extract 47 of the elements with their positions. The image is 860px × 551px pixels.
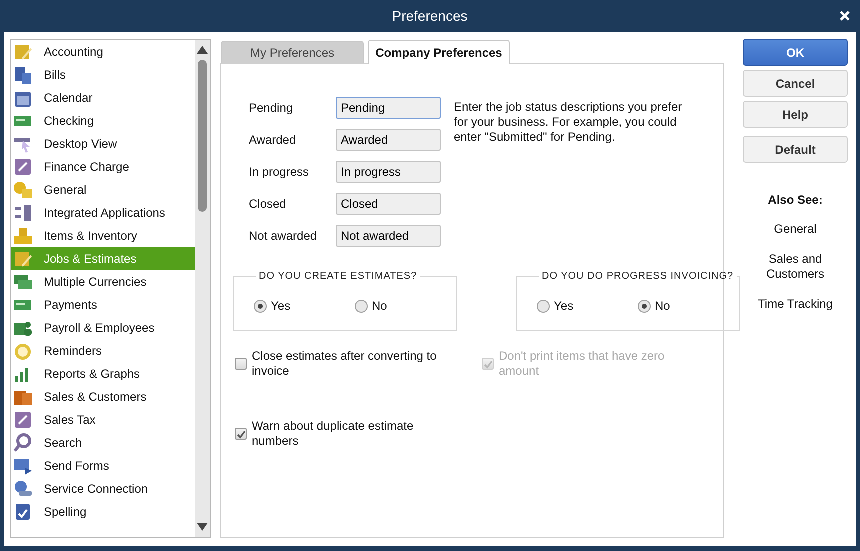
search-icon [13, 432, 33, 452]
checkbox-label: Close estimates after converting to invoice [252, 349, 438, 379]
input-field[interactable]: In progress [336, 161, 441, 183]
input-field[interactable]: Pending [336, 97, 441, 119]
radio-button[interactable] [355, 300, 368, 312]
close-icon[interactable] [838, 9, 852, 23]
radio-button[interactable] [537, 300, 550, 312]
window-title: Preferences [392, 8, 468, 24]
checkbox[interactable] [235, 428, 247, 440]
radio-button[interactable] [638, 300, 651, 312]
input-field[interactable]: Awarded [336, 129, 441, 151]
field-label: In progress [249, 165, 310, 179]
scroll-down-icon[interactable] [197, 523, 208, 531]
input-field[interactable]: Not awarded [336, 225, 441, 247]
dialog-button[interactable]: OK [743, 39, 848, 66]
field-label: Closed [249, 197, 288, 211]
also-see-link[interactable]: Time Tracking [743, 297, 848, 312]
checkbox-label: Warn about duplicate estimate numbers [252, 419, 415, 449]
field-label: Pending [249, 101, 294, 115]
field-label: Awarded [249, 133, 298, 147]
tab[interactable]: My Preferences [221, 41, 364, 63]
checkbox[interactable] [235, 358, 247, 370]
description-text: Enter the job status descriptions you prefer for your business. For example, you could enter "Submitted" for Pending. [454, 100, 684, 146]
field-label: Not awarded [249, 229, 318, 243]
dialog-button[interactable]: Cancel [743, 70, 848, 97]
scrollbar[interactable] [195, 40, 210, 537]
option-label[interactable]: Yes [271, 299, 291, 313]
dialog-button[interactable]: Help [743, 101, 848, 128]
group-title: DO YOU CREATE ESTIMATES? [258, 271, 418, 282]
radio-button[interactable] [254, 300, 267, 312]
scroll-up-icon[interactable] [197, 46, 208, 54]
option-label[interactable]: No [372, 299, 388, 313]
option-label[interactable]: No [655, 299, 670, 313]
shapes-icon [13, 180, 33, 200]
checkbox-label: Don't print items that have zero amount [499, 349, 666, 379]
also-see-link[interactable]: General [743, 222, 848, 237]
also-see-link[interactable]: Sales and Customers [743, 252, 848, 282]
checkmark-icon [13, 502, 33, 522]
group-title: DO YOU DO PROGRESS INVOICING? [541, 271, 735, 282]
document-icon [13, 64, 33, 84]
tab[interactable]: Company Preferences [368, 40, 510, 64]
scroll-thumb[interactable] [198, 60, 207, 212]
dialog-button[interactable]: Default [743, 136, 848, 163]
boxes-icon [13, 226, 33, 246]
input-field[interactable]: Closed [336, 193, 441, 215]
option-label[interactable]: Yes [554, 299, 574, 313]
also-see-title: Also See: [767, 193, 824, 207]
